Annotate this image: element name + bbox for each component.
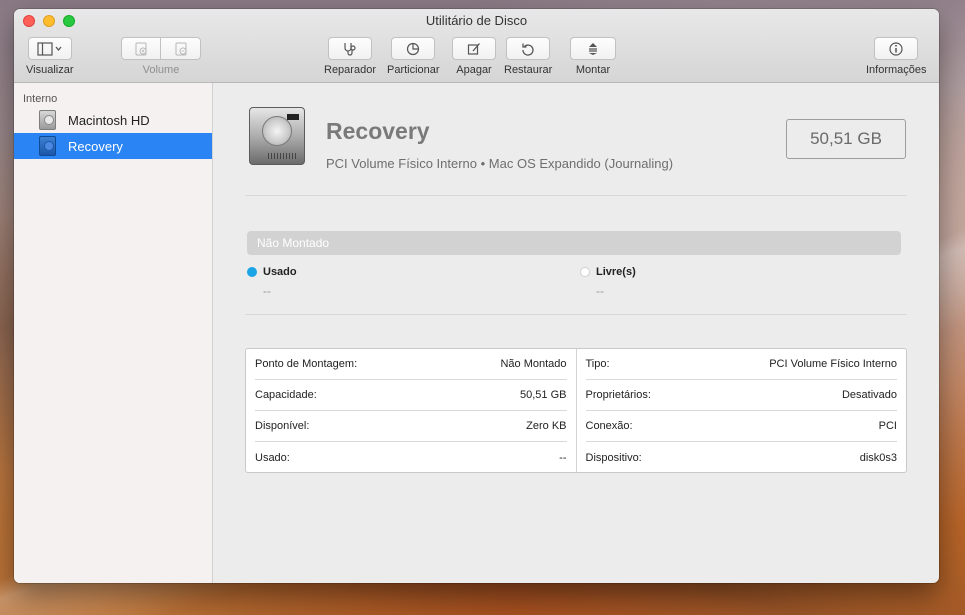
info-key: Tipo:: [585, 358, 610, 370]
view-label: Visualizar: [26, 64, 74, 76]
legend-free-value: --: [596, 284, 604, 298]
firstaid-control: Reparador: [324, 37, 376, 76]
legend-used-label: Usado: [263, 266, 297, 278]
partition-control: Particionar: [387, 37, 440, 76]
partition-button[interactable]: [391, 37, 436, 60]
remove-volume-icon: [175, 42, 186, 55]
info-row-available: Disponível: Zero KB: [255, 411, 567, 442]
disk-icon: [39, 110, 56, 130]
disk-utility-window: Utilitário de Disco Visualizar Volume Re…: [14, 9, 939, 583]
firstaid-label: Reparador: [324, 64, 376, 76]
mount-label: Montar: [575, 64, 611, 76]
volume-detail-pane: Recovery PCI Volume Físico Interno • Mac…: [213, 83, 939, 583]
info-icon: [889, 41, 903, 56]
pie-partition-icon: [407, 42, 420, 55]
info-label: Informações: [866, 64, 927, 76]
volume-control: Volume: [121, 37, 201, 76]
info-value: Zero KB: [526, 420, 567, 432]
info-control: Informações: [866, 37, 927, 76]
info-row-device: Dispositivo: disk0s3: [586, 442, 898, 473]
info-value: disk0s3: [859, 451, 897, 464]
hard-disk-icon: [249, 107, 305, 165]
mount-status-label: Não Montado: [257, 236, 330, 250]
volume-description: PCI Volume Físico Interno • Mac OS Expan…: [326, 156, 674, 171]
window-title: Utilitário de Disco: [425, 13, 528, 28]
erase-control: Apagar: [452, 37, 496, 76]
remove-volume-button[interactable]: [161, 37, 201, 60]
info-column-left: Ponto de Montagem: Não Montado Capacidad…: [246, 349, 576, 472]
info-key: Usado:: [255, 451, 290, 464]
mount-control: Montar: [570, 37, 616, 76]
used-color-dot: [247, 267, 257, 277]
volume-header: Recovery PCI Volume Físico Interno • Mac…: [245, 105, 907, 195]
legend-free-label: Livre(s): [596, 266, 636, 278]
partition-label: Particionar: [387, 64, 440, 76]
info-row-mount-point: Ponto de Montagem: Não Montado: [255, 349, 567, 380]
info-value: --: [559, 451, 567, 464]
sidebar-item-recovery[interactable]: Recovery: [14, 133, 212, 159]
restore-icon: [522, 43, 534, 56]
usage-bar: Não Montado: [247, 231, 901, 255]
volume-info-table: Ponto de Montagem: Não Montado Capacidad…: [245, 348, 907, 473]
free-color-dot: [580, 267, 590, 277]
view-button[interactable]: [27, 37, 72, 60]
erase-label: Apagar: [456, 64, 492, 76]
info-value: 50,51 GB: [520, 389, 567, 401]
firstaid-button[interactable]: [327, 37, 372, 60]
info-value: PCI Volume Físico Interno: [769, 358, 897, 370]
sidebar-section-internal: Interno: [23, 93, 58, 105]
sidebar-item-label: Recovery: [68, 138, 123, 154]
info-value: Não Montado: [500, 358, 567, 370]
volume-size: 50,51 GB: [786, 119, 906, 159]
info-key: Conexão:: [585, 420, 633, 432]
info-key: Disponível:: [255, 420, 310, 432]
divider: [245, 195, 907, 196]
info-key: Dispositivo:: [585, 451, 642, 464]
divider: [245, 314, 907, 315]
info-value: PCI: [878, 420, 897, 432]
sidebar: Interno Macintosh HD Recovery: [14, 83, 213, 583]
volume-label: Volume: [142, 64, 180, 76]
sidebar-item-macintosh-hd[interactable]: Macintosh HD: [14, 107, 212, 133]
info-key: Proprietários:: [585, 389, 651, 401]
legend-used-value: --: [263, 284, 271, 298]
info-value: Desativado: [841, 389, 897, 401]
sidebar-item-label: Macintosh HD: [68, 112, 150, 128]
erase-button[interactable]: [452, 37, 496, 60]
sidebar-view-icon: [37, 41, 62, 56]
restore-control: Restaurar: [504, 37, 552, 76]
add-volume-icon: [135, 42, 147, 55]
mount-button[interactable]: [570, 37, 616, 60]
add-volume-button[interactable]: [121, 37, 161, 60]
info-key: Ponto de Montagem:: [255, 358, 358, 370]
info-row-owners: Proprietários: Desativado: [585, 380, 897, 411]
info-row-capacity: Capacidade: 50,51 GB: [255, 380, 567, 411]
info-key: Capacidade:: [255, 389, 317, 401]
restore-label: Restaurar: [504, 64, 553, 76]
stethoscope-icon: [344, 42, 356, 56]
info-row-used: Usado: --: [255, 442, 567, 473]
info-row-connection: Conexão: PCI: [585, 411, 897, 442]
info-row-type: Tipo: PCI Volume Físico Interno: [585, 349, 897, 380]
mount-icon: [589, 42, 597, 55]
erase-icon: [467, 42, 480, 55]
volume-segmented-control: [121, 37, 201, 60]
restore-button[interactable]: [506, 37, 551, 60]
info-button[interactable]: [874, 37, 919, 60]
view-control: Visualizar: [26, 37, 74, 76]
legend-free: Livre(s) --: [580, 266, 636, 298]
volume-name: Recovery: [326, 118, 430, 144]
disk-icon: [39, 136, 56, 156]
toolbar: Utilitário de Disco Visualizar Volume Re…: [14, 9, 939, 83]
legend-used: Usado --: [247, 266, 297, 298]
info-column-right: Tipo: PCI Volume Físico Interno Propriet…: [575, 349, 907, 473]
